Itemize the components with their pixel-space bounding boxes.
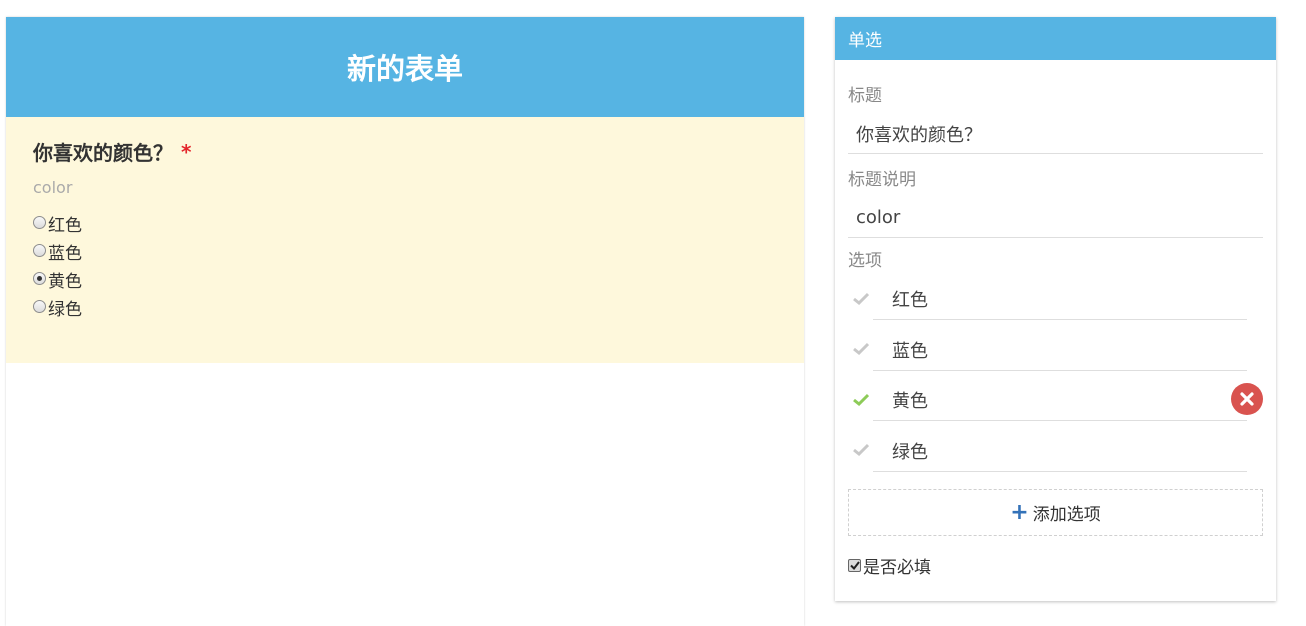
add-option-label: 添加选项	[1032, 505, 1101, 525]
option-edit-row: 绿色	[848, 425, 1263, 476]
radio-button[interactable]	[33, 243, 46, 257]
radio-button[interactable]	[33, 299, 46, 313]
check-icon[interactable]	[848, 292, 873, 305]
radio-option-yellow[interactable]: 黄色	[33, 265, 777, 293]
radio-option-red[interactable]: 红色	[33, 209, 777, 237]
option-input[interactable]: 蓝色	[873, 333, 1247, 371]
option-input[interactable]: 黄色	[873, 383, 1247, 422]
panel-header: 单选	[835, 17, 1276, 60]
description-input[interactable]: color	[848, 198, 1263, 238]
form-preview: 新的表单 你喜欢的颜色？ * color 红色 蓝色 黄色 绿色	[6, 17, 804, 626]
check-icon-active[interactable]	[848, 393, 873, 406]
checkmark-icon	[849, 561, 860, 570]
radio-option-blue[interactable]: 蓝色	[33, 237, 777, 265]
question-title: 你喜欢的颜色？ *	[33, 137, 777, 166]
required-label: 是否必填	[863, 558, 931, 578]
question-description: color	[33, 178, 73, 197]
check-icon[interactable]	[848, 443, 873, 457]
radio-button-checked[interactable]	[33, 271, 46, 285]
check-icon[interactable]	[848, 342, 873, 356]
title-input[interactable]: 你喜欢的颜色？	[848, 114, 1263, 154]
description-label: 标题说明	[848, 170, 916, 190]
title-label: 标题	[848, 86, 882, 106]
radio-option-label: 红色	[48, 215, 82, 236]
form-title: 新的表单	[346, 52, 463, 86]
radio-option-label: 绿色	[48, 299, 82, 320]
required-mark: *	[181, 139, 192, 164]
option-input[interactable]: 红色	[873, 282, 1247, 321]
add-option-button[interactable]: + 添加选项	[848, 489, 1263, 536]
option-edit-row: 蓝色	[848, 324, 1263, 375]
question-title-text: 你喜欢的颜色？	[33, 141, 173, 165]
close-icon	[1240, 392, 1254, 406]
required-checkbox[interactable]	[848, 559, 861, 572]
radio-button[interactable]	[33, 215, 46, 229]
radio-option-label: 蓝色	[48, 243, 82, 264]
option-input[interactable]: 绿色	[873, 434, 1247, 472]
option-edit-row-active: 黄色	[848, 374, 1263, 425]
plus-icon: +	[1010, 499, 1029, 525]
required-toggle[interactable]: 是否必填	[848, 553, 1263, 578]
form-header: 新的表单	[6, 17, 804, 117]
radio-option-green[interactable]: 绿色	[33, 293, 777, 321]
radio-option-label: 黄色	[48, 271, 82, 292]
delete-option-button[interactable]	[1231, 383, 1263, 415]
option-edit-row: 红色	[848, 273, 1263, 324]
question-block[interactable]: 你喜欢的颜色？ * color 红色 蓝色 黄色 绿色	[6, 117, 804, 363]
settings-panel: 单选 标题 你喜欢的颜色？ 标题说明 color 选项 红色 蓝色 黄色 绿色 …	[835, 17, 1276, 601]
options-label: 选项	[848, 251, 882, 271]
